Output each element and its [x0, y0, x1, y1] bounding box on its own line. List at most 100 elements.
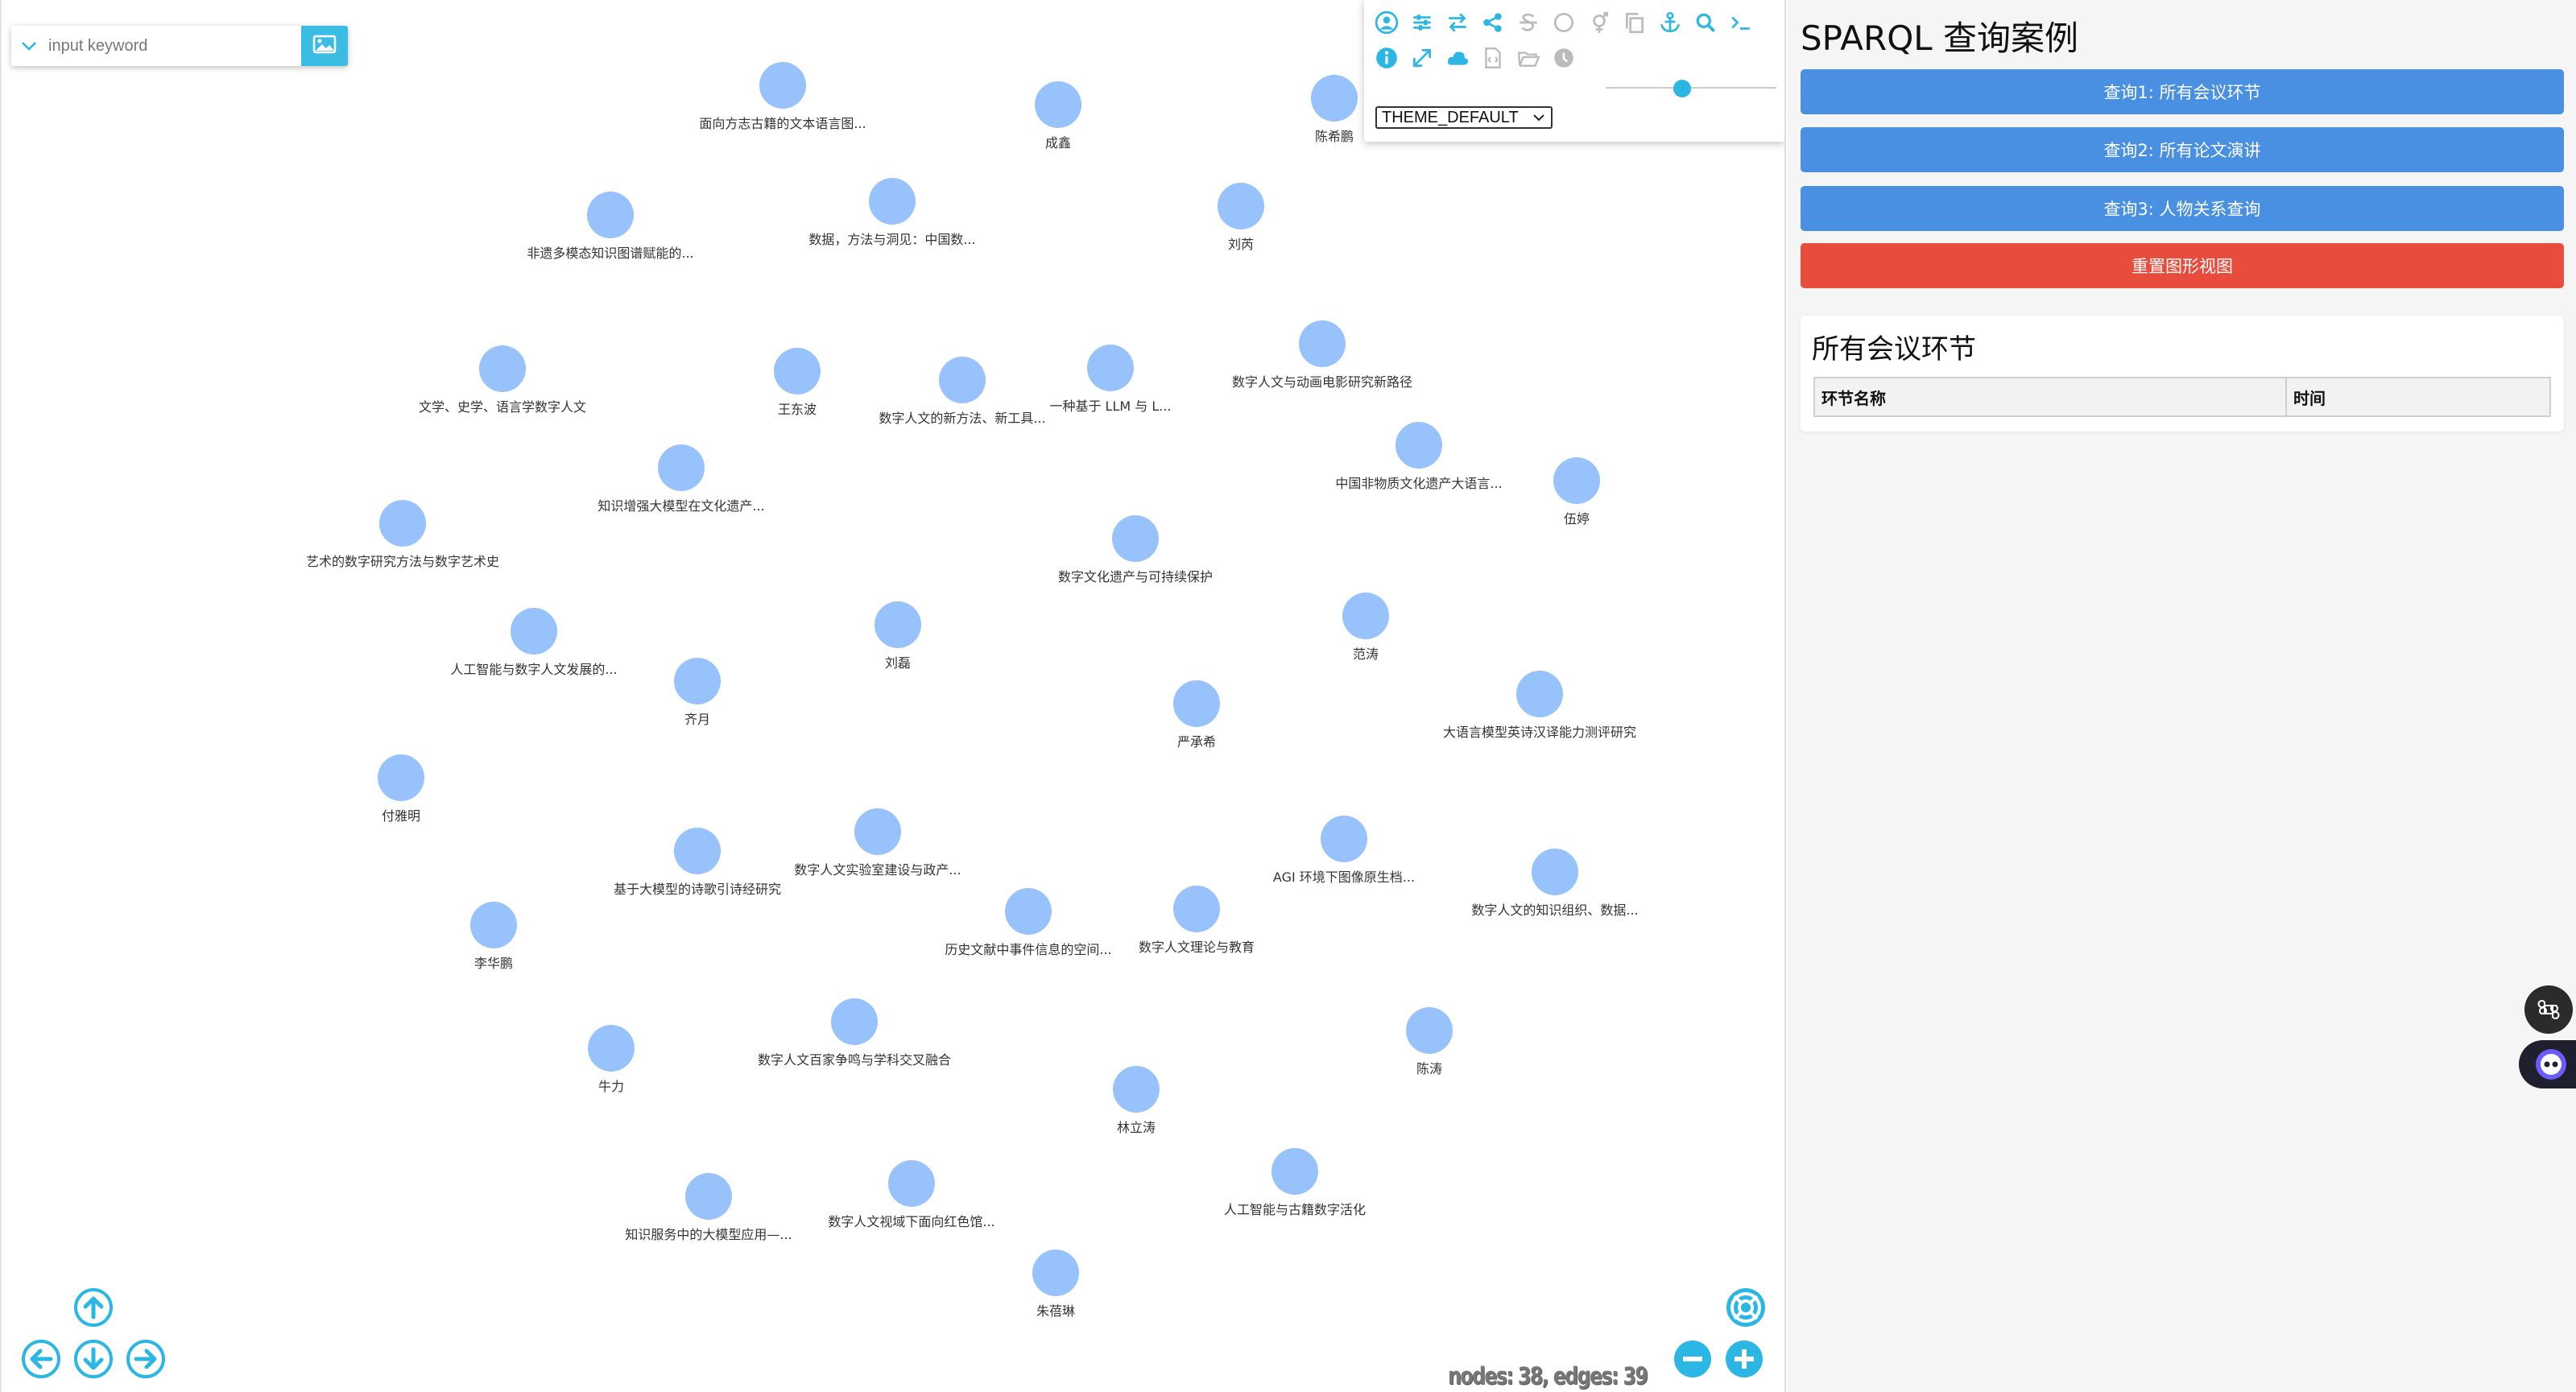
graph-node[interactable]: AGI 环境下图像原生档... — [1273, 816, 1415, 885]
graph-node-circle[interactable] — [759, 62, 806, 109]
graph-node-circle[interactable] — [1218, 183, 1264, 229]
graph-node-circle[interactable] — [658, 444, 705, 491]
graph-node[interactable]: 面向方志古籍的文本语言图... — [699, 62, 866, 131]
shortcuts-button[interactable] — [2524, 985, 2573, 1034]
query2-button[interactable]: 查询2: 所有论文演讲 — [1801, 127, 2564, 172]
graph-node-circle[interactable] — [479, 345, 526, 392]
graph-node-circle[interactable] — [588, 1025, 635, 1072]
graph-node-circle[interactable] — [1271, 1148, 1318, 1195]
graph-node-label: 李华鹏 — [473, 956, 513, 971]
strikethrough-button[interactable] — [1511, 5, 1546, 40]
query3-button[interactable]: 查询3: 人物关系查询 — [1801, 186, 2564, 231]
graph-node-circle[interactable] — [1342, 593, 1389, 639]
zoom-slider-track[interactable] — [1606, 87, 1776, 89]
zoom-slider-handle[interactable] — [1673, 80, 1691, 97]
circle-button[interactable] — [1546, 5, 1582, 40]
anchor-button[interactable] — [1652, 5, 1688, 40]
copy-icon — [1626, 12, 1644, 34]
timer-button[interactable] — [1546, 40, 1582, 76]
graph-node-circle[interactable] — [674, 828, 721, 874]
graph-node-circle[interactable] — [1516, 671, 1563, 717]
graph-node-circle[interactable] — [888, 1160, 935, 1207]
copy-button[interactable] — [1617, 5, 1652, 40]
cloud-button[interactable] — [1440, 40, 1475, 76]
user-circle-button[interactable] — [1369, 5, 1404, 40]
graph-node-circle[interactable] — [831, 998, 878, 1045]
chevron-down-icon[interactable] — [11, 26, 47, 66]
share-button[interactable] — [1475, 5, 1511, 40]
graph-node[interactable]: 知识增强大模型在文化遗产... — [597, 444, 765, 514]
graph-node[interactable]: 林立涛 — [1113, 1066, 1160, 1135]
graph-node[interactable]: 文学、史学、语言学数字人文 — [419, 345, 586, 415]
graph-node[interactable]: 数据，方法与洞见：中国数... — [808, 178, 976, 247]
folder-open-button[interactable] — [1511, 40, 1546, 76]
search-button[interactable] — [1688, 5, 1723, 40]
expand-button[interactable] — [1404, 40, 1440, 76]
graph-node-label: 付雅明 — [381, 808, 420, 824]
terminal-button[interactable] — [1723, 5, 1759, 40]
graph-node[interactable]: 王东波 — [774, 348, 821, 417]
fit-view-button[interactable] — [1725, 1287, 1767, 1328]
graph-node[interactable]: 数字人文与动画电影研究新路径 — [1232, 320, 1412, 390]
theme-select[interactable]: THEME_DEFAULT — [1375, 106, 1553, 129]
graph-node-circle[interactable] — [1406, 1007, 1453, 1054]
graph-node[interactable]: 齐月 — [674, 658, 721, 727]
zoom-out-button[interactable] — [1672, 1338, 1714, 1380]
graph-node-circle[interactable] — [1311, 75, 1358, 122]
graph-node-circle[interactable] — [774, 348, 821, 394]
gender-button[interactable] — [1582, 5, 1617, 40]
graph-node[interactable]: 人工智能与古籍数字活化 — [1224, 1148, 1366, 1217]
graph-node[interactable]: 一种基于 LLM 与 L... — [1049, 345, 1172, 414]
query1-button[interactable]: 查询1: 所有会议环节 — [1801, 69, 2564, 114]
graph-node-circle[interactable] — [1532, 849, 1578, 895]
image-export-button[interactable] — [301, 26, 348, 66]
search-input[interactable] — [47, 29, 301, 63]
graph-node-circle[interactable] — [1396, 422, 1442, 469]
graph-node[interactable]: 牛力 — [588, 1025, 635, 1094]
graph-node-circle[interactable] — [379, 500, 426, 547]
graph-node[interactable]: 人工智能与数字人文发展的... — [450, 608, 618, 677]
graph-node-circle[interactable] — [1112, 515, 1159, 562]
swap-button[interactable] — [1440, 5, 1475, 40]
graph-node[interactable]: 刘磊 — [875, 601, 921, 671]
graph-node-circle[interactable] — [1005, 888, 1052, 935]
graph-node-circle[interactable] — [378, 754, 424, 801]
graph-node-circle[interactable] — [869, 178, 916, 225]
graph-node[interactable]: 付雅明 — [378, 754, 424, 824]
graph-node-circle[interactable] — [1299, 320, 1346, 367]
graph-node[interactable]: 范涛 — [1342, 593, 1389, 662]
pan-left-button[interactable] — [20, 1338, 62, 1380]
pan-right-button[interactable] — [125, 1338, 167, 1380]
graph-node-circle[interactable] — [1173, 680, 1220, 727]
file-code-button[interactable] — [1475, 40, 1511, 76]
info-button[interactable] — [1369, 40, 1404, 76]
graph-canvas[interactable]: 面向方志古籍的文本语言图... 成鑫 陈希鹏 非遗多模态知识图谱赋能的... 数据，方法… — [0, 0, 1786, 1392]
pan-up-button[interactable] — [72, 1287, 114, 1328]
graph-node[interactable]: 中国非物质文化遗产大语言... — [1335, 422, 1503, 491]
graph-node-circle[interactable] — [1032, 1249, 1079, 1296]
reset-view-button[interactable]: 重置图形视图 — [1801, 243, 2564, 288]
graph-node[interactable]: 陈希鹏 — [1311, 75, 1358, 144]
pan-down-button[interactable] — [72, 1338, 114, 1380]
graph-node-circle[interactable] — [854, 808, 901, 855]
zoom-in-button[interactable] — [1723, 1338, 1765, 1380]
graph-node-circle[interactable] — [587, 192, 634, 238]
sliders-button[interactable] — [1404, 5, 1440, 40]
graph-node[interactable]: 非遗多模态知识图谱赋能的... — [527, 192, 694, 261]
share-icon — [1483, 13, 1502, 32]
graph-node-circle[interactable] — [1173, 886, 1220, 932]
graph-node-circle[interactable] — [1553, 457, 1600, 504]
graph-node-circle[interactable] — [1321, 816, 1367, 862]
graph-node-circle[interactable] — [1113, 1066, 1160, 1113]
graph-node-circle[interactable] — [674, 658, 721, 704]
graph-node[interactable]: 刘芮 — [1218, 183, 1264, 252]
graph-node[interactable]: 基于大模型的诗歌引诗经研究 — [614, 828, 781, 897]
assistant-button[interactable] — [2519, 1040, 2576, 1088]
graph-node-circle[interactable] — [511, 608, 557, 655]
graph-node-circle[interactable] — [470, 902, 517, 948]
graph-node-circle[interactable] — [875, 601, 921, 648]
graph-node[interactable]: 数字人文的新方法、新工具... — [879, 357, 1046, 426]
graph-node-circle[interactable] — [1035, 81, 1081, 128]
graph-node[interactable]: 数字人文的知识组织、数据... — [1471, 849, 1639, 918]
graph-node[interactable]: 历史文献中事件信息的空间... — [945, 888, 1112, 957]
